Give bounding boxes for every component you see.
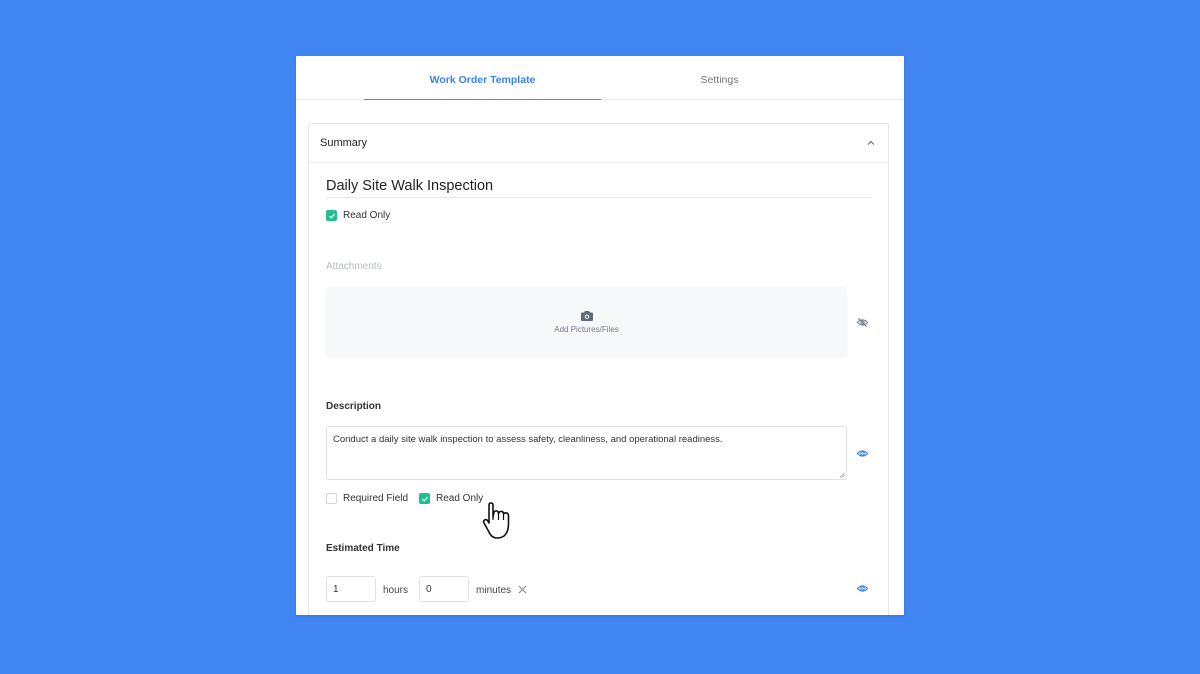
summary-read-only-option[interactable]: Read Only xyxy=(326,210,390,221)
summary-card: Summary Daily Site Walk Inspection Read … xyxy=(308,123,889,615)
minutes-unit-label: minutes xyxy=(476,584,512,596)
checkmark-icon xyxy=(421,496,428,502)
estimated-time-row: 1 hours 0 minutes xyxy=(326,576,527,602)
hand-pointer-cursor-icon xyxy=(482,502,510,539)
summary-read-only-checkbox[interactable] xyxy=(326,210,337,221)
description-text: Conduct a daily site walk inspection to … xyxy=(333,434,723,445)
checkmark-icon xyxy=(328,213,335,219)
chevron-up-icon[interactable] xyxy=(865,137,877,149)
summary-header[interactable]: Summary xyxy=(309,124,888,163)
description-label: Description xyxy=(326,401,382,412)
camera-icon xyxy=(580,310,593,321)
description-textarea[interactable]: Conduct a daily site walk inspection to … xyxy=(326,426,847,480)
estimated-time-label: Estimated Time xyxy=(326,543,400,554)
template-name-field[interactable]: Daily Site Walk Inspection xyxy=(326,176,872,198)
attachments-label: Attachments xyxy=(326,261,382,272)
summary-read-only-label: Read Only xyxy=(343,210,391,221)
description-read-only-option[interactable]: Read Only xyxy=(419,493,483,504)
minutes-input[interactable]: 0 xyxy=(419,576,470,602)
resize-handle-icon[interactable] xyxy=(839,472,845,478)
hours-unit-label: hours xyxy=(383,584,409,596)
required-field-label: Required Field xyxy=(343,493,409,504)
required-field-checkbox[interactable] xyxy=(326,493,337,504)
work-order-template-window: Work Order Template Settings Summary Dai… xyxy=(296,56,904,615)
close-icon[interactable] xyxy=(518,585,527,594)
tab-settings[interactable]: Settings xyxy=(601,56,838,100)
description-read-only-checkbox[interactable] xyxy=(419,493,430,504)
dropzone-text: Add Pictures/Files xyxy=(554,324,619,334)
description-read-only-label: Read Only xyxy=(436,493,484,504)
eye-off-icon[interactable] xyxy=(856,316,869,329)
attachments-dropzone[interactable]: Add Pictures/Files xyxy=(326,287,847,356)
tab-bar: Work Order Template Settings xyxy=(296,56,904,100)
summary-title: Summary xyxy=(320,137,368,149)
required-field-option[interactable]: Required Field xyxy=(326,493,408,504)
description-eye-icon[interactable] xyxy=(856,447,869,460)
hours-input[interactable]: 1 xyxy=(326,576,376,602)
tab-work-order-template[interactable]: Work Order Template xyxy=(364,56,601,100)
estimated-time-eye-icon[interactable] xyxy=(856,582,869,595)
